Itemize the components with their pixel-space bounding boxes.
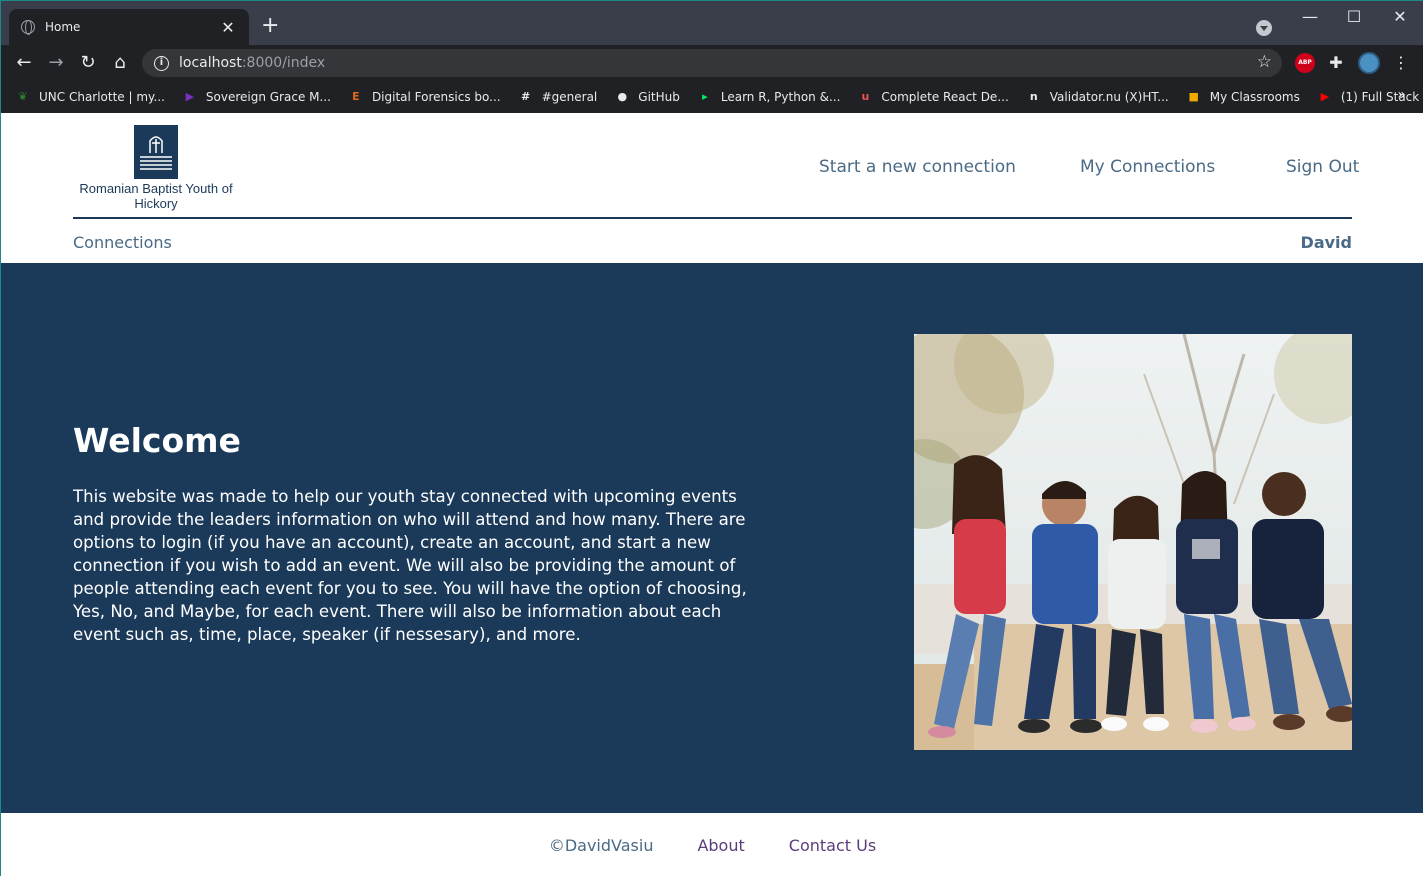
sovereign-grace-icon: ▶	[185, 90, 195, 103]
globe-icon	[21, 20, 35, 35]
bookmark-item[interactable]: ■ My Classrooms	[1186, 89, 1300, 105]
breadcrumb: Connections	[73, 233, 172, 252]
browser-toolbar: ← → ↻ ⌂ i localhost:8000/index ☆ ABP ✚ ⋮	[1, 45, 1423, 81]
validator-icon: n	[1029, 90, 1038, 103]
bookmark-item[interactable]: E Digital Forensics bo...	[348, 89, 501, 105]
copyright-text: ©DavidVasiu	[548, 835, 654, 855]
bookmark-label: Sovereign Grace M...	[205, 90, 331, 104]
udemy-icon: u	[861, 90, 870, 103]
forensics-e-icon: E	[352, 90, 360, 103]
bookmarks-bar: ❦ UNC Charlotte | my... ▶ Sovereign Grace M…	[1, 81, 1423, 113]
logo-text: Romanian Baptist Youth of Hickory	[79, 181, 233, 211]
bookmark-item[interactable]: ▸ Learn R, Python &...	[697, 89, 841, 105]
footer-about-link[interactable]: About	[697, 836, 744, 855]
church-logo-icon	[134, 125, 178, 179]
bookmark-label: Validator.nu (X)HT...	[1049, 90, 1169, 104]
maximize-button[interactable]: ☐	[1342, 7, 1366, 26]
bookmark-label: (1) Full Stack Web...	[1340, 90, 1423, 104]
current-user-name: David	[1300, 233, 1352, 252]
nav-start-new-connection[interactable]: Start a new connection	[819, 157, 1016, 177]
browser-menu-icon[interactable]: ⋮	[1391, 53, 1411, 73]
url-path: :8000/index	[241, 55, 326, 71]
bookmark-item[interactable]: # #general	[518, 89, 598, 105]
reload-icon[interactable]: ↻	[77, 52, 99, 74]
nav-sign-out[interactable]: Sign Out	[1286, 157, 1359, 177]
github-icon: ●	[617, 90, 628, 103]
bookmark-label: GitHub	[638, 90, 680, 104]
youtube-icon: ▶	[1320, 90, 1330, 103]
bookmark-label: My Classrooms	[1209, 90, 1300, 104]
address-bar[interactable]: i localhost:8000/index ☆	[142, 49, 1282, 77]
slack-icon: #	[520, 90, 531, 103]
nav-my-connections[interactable]: My Connections	[1080, 157, 1215, 177]
tab-strip: Home ✕ + — ☐ ✕	[1, 1, 1423, 45]
welcome-description: This website was made to help our youth …	[73, 487, 747, 644]
bookmarks-overflow-icon[interactable]: »	[1397, 87, 1406, 103]
bookmark-item[interactable]: ▶ Sovereign Grace M...	[182, 89, 331, 105]
bookmark-star-icon[interactable]: ☆	[1257, 52, 1272, 72]
bookmark-label: #general	[541, 90, 598, 104]
bookmark-item[interactable]: ❦ UNC Charlotte | my...	[15, 89, 165, 105]
close-tab-icon[interactable]: ✕	[219, 18, 237, 37]
site-logo[interactable]: Romanian Baptist Youth of Hickory	[73, 125, 239, 211]
unc-icon: ❦	[18, 90, 28, 103]
home-icon[interactable]: ⌂	[109, 52, 131, 74]
url-host: localhost	[179, 55, 242, 71]
bookmark-item[interactable]: ▶ (1) Full Stack Web...	[1317, 89, 1423, 105]
adblock-extension-icon[interactable]: ABP	[1295, 53, 1315, 73]
footer-contact-link[interactable]: Contact Us	[789, 836, 876, 855]
bookmark-label: Digital Forensics bo...	[371, 90, 501, 104]
bookmark-item[interactable]: n Validator.nu (X)HT...	[1026, 89, 1169, 105]
youth-group-photo	[914, 334, 1352, 750]
back-arrow-icon[interactable]: ←	[13, 52, 35, 74]
welcome-heading: Welcome	[73, 421, 241, 460]
forward-arrow-icon[interactable]: →	[45, 52, 67, 74]
site-header: Romanian Baptist Youth of Hickory Start …	[1, 113, 1423, 263]
tab-search-icon[interactable]	[1256, 20, 1272, 36]
bookmark-label: Learn R, Python &...	[720, 90, 841, 104]
header-divider	[73, 217, 1352, 219]
new-tab-button[interactable]: +	[261, 15, 279, 37]
minimize-button[interactable]: —	[1298, 7, 1322, 26]
site-footer: ©DavidVasiu About Contact Us	[1, 813, 1423, 876]
browser-tab-home[interactable]: Home ✕	[9, 9, 249, 45]
bookmark-item[interactable]: u Complete React De...	[857, 89, 1008, 105]
tab-title: Home	[45, 20, 81, 34]
profile-avatar[interactable]	[1358, 52, 1380, 74]
close-window-button[interactable]: ✕	[1388, 7, 1412, 26]
bookmark-label: Complete React De...	[881, 90, 1009, 104]
extensions-puzzle-icon[interactable]: ✚	[1326, 53, 1346, 73]
bookmark-label: UNC Charlotte | my...	[39, 90, 165, 104]
bookmark-item[interactable]: ● GitHub	[614, 89, 680, 105]
hero-section: Welcome This website was made to help ou…	[1, 263, 1423, 813]
site-info-icon[interactable]: i	[154, 55, 169, 71]
classroom-icon: ■	[1188, 90, 1199, 103]
datacamp-icon: ▸	[702, 90, 708, 103]
